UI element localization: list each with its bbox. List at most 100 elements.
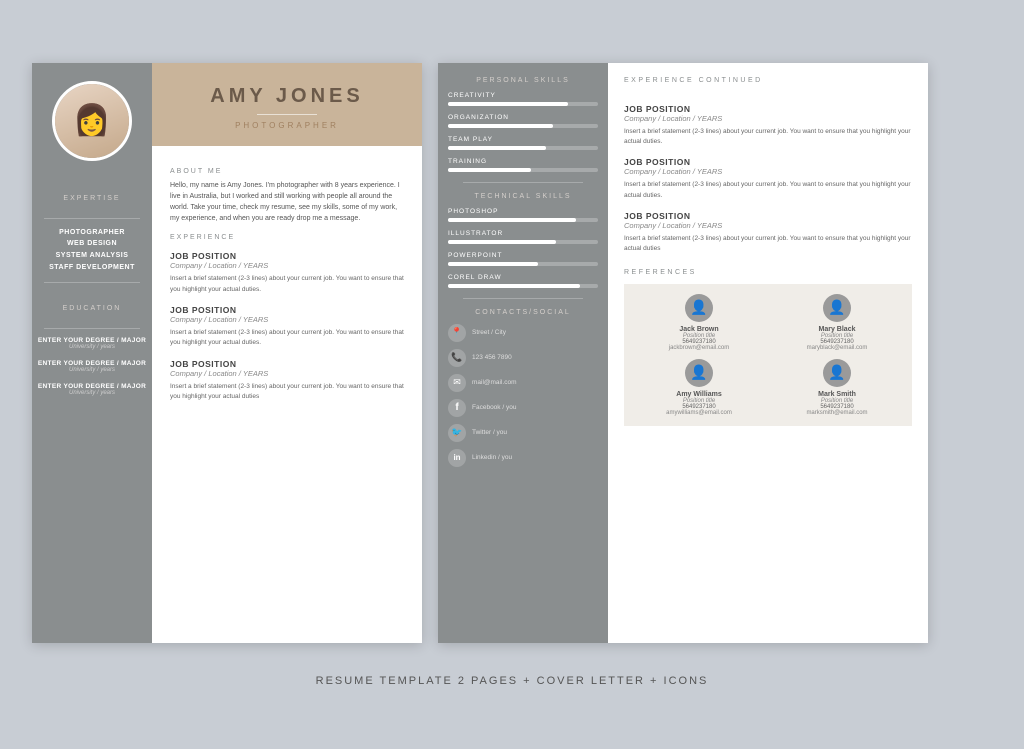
contact-address: 📍 Street / City bbox=[448, 324, 598, 342]
full-name: AMY JONES bbox=[162, 85, 412, 108]
skill-bar-bg-cd bbox=[448, 284, 598, 288]
twitter-icon: 🐦 bbox=[448, 424, 466, 442]
exp-cont-job-3-title: JOB POSITION bbox=[624, 211, 912, 221]
twitter-text: Twitter / you bbox=[472, 429, 507, 436]
exp-continued-title: EXPERIENCE CONTINUED bbox=[624, 77, 912, 84]
job-desc-3: Insert a brief statement (2-3 lines) abo… bbox=[170, 382, 404, 403]
contact-phone: 📞 123 456 7890 bbox=[448, 349, 598, 367]
job-company-3: Company / Location / YEARS bbox=[170, 369, 404, 378]
ref-email-mary: maryblack@email.com bbox=[807, 345, 868, 351]
skill-bar-bg-ai bbox=[448, 240, 598, 244]
name-divider bbox=[257, 114, 317, 115]
exp-cont-job-2-desc: Insert a brief statement (2-3 lines) abo… bbox=[624, 180, 912, 201]
ref-mary-black: 👤 Mary Black Position title 5649237180 m… bbox=[772, 294, 902, 351]
degree-3: ENTER YOUR DEGREE / MAJOR University / y… bbox=[38, 383, 146, 396]
ref-avatar-amy: 👤 bbox=[685, 359, 713, 387]
page-2: PERSONAL SKILLS CREATIVITY ORGANIZATION … bbox=[438, 63, 928, 643]
skill-bar-bg-ps bbox=[448, 218, 598, 222]
exp-cont-job-2-company: Company / Location / YEARS bbox=[624, 167, 912, 176]
skill-bar-bg-team bbox=[448, 146, 598, 150]
skill-bar-fill-ai bbox=[448, 240, 556, 244]
degree-1-title: ENTER YOUR DEGREE / MAJOR bbox=[38, 337, 146, 344]
degree-2-sub: University / years bbox=[38, 367, 146, 373]
avatar: 👩 bbox=[52, 81, 132, 161]
contact-linkedin: in Linkedin / you bbox=[448, 449, 598, 467]
ref-avatar-mark: 👤 bbox=[823, 359, 851, 387]
skill-bar-bg-org bbox=[448, 124, 598, 128]
skill-training: TRAINING bbox=[448, 158, 598, 172]
resume-pages: 👩 EXPERTISE PHOTOGRAPHER WEB DESIGN SYST… bbox=[32, 63, 992, 643]
skill-bar-fill-ppt bbox=[448, 262, 538, 266]
map-pin-icon: 📍 bbox=[448, 324, 466, 342]
degree-3-title: ENTER YOUR DEGREE / MAJOR bbox=[38, 383, 146, 390]
profession: PHOTOGRAPHER bbox=[162, 121, 412, 130]
exp-cont-job-3-company: Company / Location / YEARS bbox=[624, 221, 912, 230]
ref-name-mark: Mark Smith bbox=[818, 391, 856, 398]
skill-bar-fill-cd bbox=[448, 284, 580, 288]
degree-1-sub: University / years bbox=[38, 344, 146, 350]
ref-name-mary: Mary Black bbox=[819, 326, 856, 333]
exp-cont-job-1-company: Company / Location / YEARS bbox=[624, 114, 912, 123]
skill-bar-fill-team bbox=[448, 146, 546, 150]
education-label: EDUCATION bbox=[63, 305, 122, 312]
email-text: mail@mail.com bbox=[472, 379, 517, 386]
experience-label: EXPERIENCE bbox=[170, 234, 404, 241]
skill-coreldraw: COREL DRAW bbox=[448, 274, 598, 288]
ref-email-mark: marksmith@email.com bbox=[806, 410, 867, 416]
skill-name-training: TRAINING bbox=[448, 158, 598, 165]
contact-twitter: 🐦 Twitter / you bbox=[448, 424, 598, 442]
page1-content: ABOUT ME Hello, my name is Amy Jones. I'… bbox=[152, 146, 422, 643]
expertise-label: EXPERTISE bbox=[63, 195, 120, 202]
phone-icon: 📞 bbox=[448, 349, 466, 367]
ref-name-amy: Amy Williams bbox=[676, 391, 721, 398]
skill-bar-bg-creativity bbox=[448, 102, 598, 106]
skill-bar-bg-ppt bbox=[448, 262, 598, 266]
exp-cont-job-2-title: JOB POSITION bbox=[624, 157, 912, 167]
divider-3 bbox=[44, 328, 140, 329]
skill-staff-dev: STAFF DEVELOPMENT bbox=[49, 262, 135, 274]
skill-creativity: CREATIVITY bbox=[448, 92, 598, 106]
ref-avatar-jack: 👤 bbox=[685, 294, 713, 322]
exp-cont-job-3-desc: Insert a brief statement (2-3 lines) abo… bbox=[624, 234, 912, 255]
skill-organization: ORGANIZATION bbox=[448, 114, 598, 128]
job-title-2: JOB POSITION bbox=[170, 305, 404, 315]
facebook-icon: f bbox=[448, 399, 466, 417]
references-title: REFERENCES bbox=[624, 269, 912, 276]
contacts-label: CONTACTS/SOCIAL bbox=[448, 309, 598, 316]
skill-name-team: TEAM PLAY bbox=[448, 136, 598, 143]
job-title-1: JOB POSITION bbox=[170, 251, 404, 261]
skill-web-design: WEB DESIGN bbox=[67, 238, 117, 250]
skills-panel: PERSONAL SKILLS CREATIVITY ORGANIZATION … bbox=[438, 63, 608, 643]
ref-mark-smith: 👤 Mark Smith Position title 5649237180 m… bbox=[772, 359, 902, 416]
skill-photographer: PHOTOGRAPHER bbox=[59, 227, 125, 239]
ref-email-amy: amywilliams@email.com bbox=[666, 410, 732, 416]
facebook-text: Facebook / you bbox=[472, 404, 516, 411]
skill-name-ppt: POWERPOINT bbox=[448, 252, 598, 259]
ref-name-jack: Jack Brown bbox=[679, 326, 718, 333]
email-icon: ✉ bbox=[448, 374, 466, 392]
skill-teamplay: TEAM PLAY bbox=[448, 136, 598, 150]
skills-divider-1 bbox=[463, 182, 583, 183]
name-header: AMY JONES PHOTOGRAPHER bbox=[152, 63, 422, 146]
job-company-2: Company / Location / YEARS bbox=[170, 315, 404, 324]
skill-bar-fill-training bbox=[448, 168, 531, 172]
references-section: REFERENCES 👤 Jack Brown Position title 5… bbox=[624, 269, 912, 426]
job-desc-2: Insert a brief statement (2-3 lines) abo… bbox=[170, 328, 404, 349]
address-text: Street / City bbox=[472, 329, 506, 336]
degree-2: ENTER YOUR DEGREE / MAJOR University / y… bbox=[38, 360, 146, 373]
page2-right: EXPERIENCE CONTINUED JOB POSITION Compan… bbox=[608, 63, 928, 643]
job-desc-1: Insert a brief statement (2-3 lines) abo… bbox=[170, 274, 404, 295]
personal-skills-label: PERSONAL SKILLS bbox=[448, 77, 598, 84]
skill-system-analysis: SYSTEM ANALYSIS bbox=[56, 250, 129, 262]
job-title-3: JOB POSITION bbox=[170, 359, 404, 369]
skill-bar-fill-creativity bbox=[448, 102, 568, 106]
skill-name-ai: ILLUSTRATOR bbox=[448, 230, 598, 237]
linkedin-icon: in bbox=[448, 449, 466, 467]
skill-illustrator: ILLUSTRATOR bbox=[448, 230, 598, 244]
exp-cont-job-1-desc: Insert a brief statement (2-3 lines) abo… bbox=[624, 127, 912, 148]
page-1: 👩 EXPERTISE PHOTOGRAPHER WEB DESIGN SYST… bbox=[32, 63, 422, 643]
skill-name-photoshop: PHOTOSHOP bbox=[448, 208, 598, 215]
skill-name-org: ORGANIZATION bbox=[448, 114, 598, 121]
divider-2 bbox=[44, 282, 140, 283]
page1-main: AMY JONES PHOTOGRAPHER ABOUT ME Hello, m… bbox=[152, 63, 422, 643]
